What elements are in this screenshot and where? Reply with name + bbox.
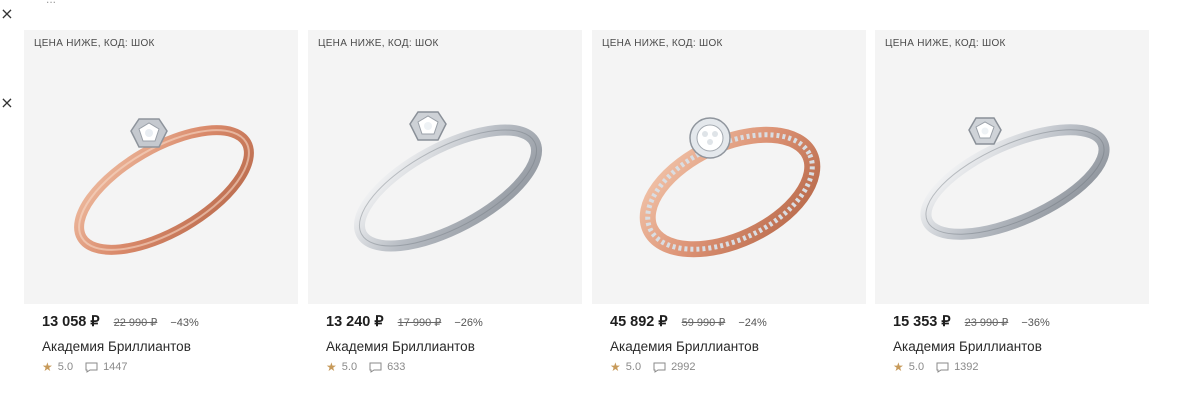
rating-value: 5.0 [908, 361, 925, 373]
rose-gold-solitaire-ring-icon [74, 118, 254, 255]
old-price: 23 990 ₽ [964, 317, 1009, 329]
brand-link[interactable]: Академия Бриллиантов [42, 339, 191, 354]
discount-badge: −43% [170, 317, 199, 329]
review-count[interactable]: 1447 [103, 361, 127, 373]
rose-gold-halo-ring-icon [639, 117, 821, 258]
product-card[interactable]: ЦЕНА НИЖЕ, КОД: ШОК 13 058 ₽ 22 990 ₽ −4… [24, 30, 298, 380]
rating-value: 5.0 [625, 361, 642, 373]
promo-badge: ЦЕНА НИЖЕ, КОД: ШОК [318, 38, 439, 49]
close-icon[interactable]: × [0, 6, 14, 22]
price: 13 240 ₽ [326, 314, 384, 330]
promo-badge: ЦЕНА НИЖЕ, КОД: ШОК [885, 38, 1006, 49]
comment-icon [369, 362, 382, 373]
discount-badge: −36% [1021, 317, 1050, 329]
old-price: 59 990 ₽ [681, 317, 726, 329]
star-icon: ★ [610, 360, 621, 374]
comment-icon [653, 362, 666, 373]
brand-link[interactable]: Академия Бриллиантов [326, 339, 475, 354]
product-card[interactable]: ЦЕНА НИЖЕ, КОД: ШОК 13 240 ₽ 17 990 ₽ −2… [308, 30, 582, 380]
promo-badge: ЦЕНА НИЖЕ, КОД: ШОК [602, 38, 723, 49]
cropped-header-text: ... [46, 0, 56, 6]
star-icon: ★ [42, 360, 53, 374]
product-image[interactable]: ЦЕНА НИЖЕ, КОД: ШОК [24, 30, 298, 304]
old-price: 22 990 ₽ [113, 317, 158, 329]
product-image[interactable]: ЦЕНА НИЖЕ, КОД: ШОК [875, 30, 1149, 304]
product-image[interactable]: ЦЕНА НИЖЕ, КОД: ШОК [592, 30, 866, 304]
review-count[interactable]: 1392 [954, 361, 978, 373]
brand-link[interactable]: Академия Бриллиантов [610, 339, 759, 354]
star-icon: ★ [893, 360, 904, 374]
price: 13 058 ₽ [42, 314, 100, 330]
promo-badge: ЦЕНА НИЖЕ, КОД: ШОК [34, 38, 155, 49]
discount-badge: −26% [454, 317, 483, 329]
review-count[interactable]: 2992 [671, 361, 695, 373]
price: 15 353 ₽ [893, 314, 951, 330]
product-card[interactable]: ЦЕНА НИЖЕ, КОД: ШОК 15 353 ₽ 23 990 ₽ −3… [875, 30, 1149, 380]
star-icon: ★ [326, 360, 337, 374]
white-gold-twist-ring-icon [920, 117, 1110, 240]
white-gold-solitaire-ring-icon [353, 111, 543, 252]
comment-icon [936, 362, 949, 373]
close-icon-secondary[interactable]: × [0, 95, 14, 111]
comment-icon [85, 362, 98, 373]
review-count[interactable]: 633 [387, 361, 405, 373]
rating-value: 5.0 [57, 361, 74, 373]
brand-link[interactable]: Академия Бриллиантов [893, 339, 1042, 354]
product-image[interactable]: ЦЕНА НИЖЕ, КОД: ШОК [308, 30, 582, 304]
discount-badge: −24% [738, 317, 767, 329]
rating-value: 5.0 [341, 361, 358, 373]
product-card[interactable]: ЦЕНА НИЖЕ, КОД: ШОК 45 892 ₽ 59 990 ₽ −2… [592, 30, 866, 380]
price: 45 892 ₽ [610, 314, 668, 330]
old-price: 17 990 ₽ [397, 317, 442, 329]
